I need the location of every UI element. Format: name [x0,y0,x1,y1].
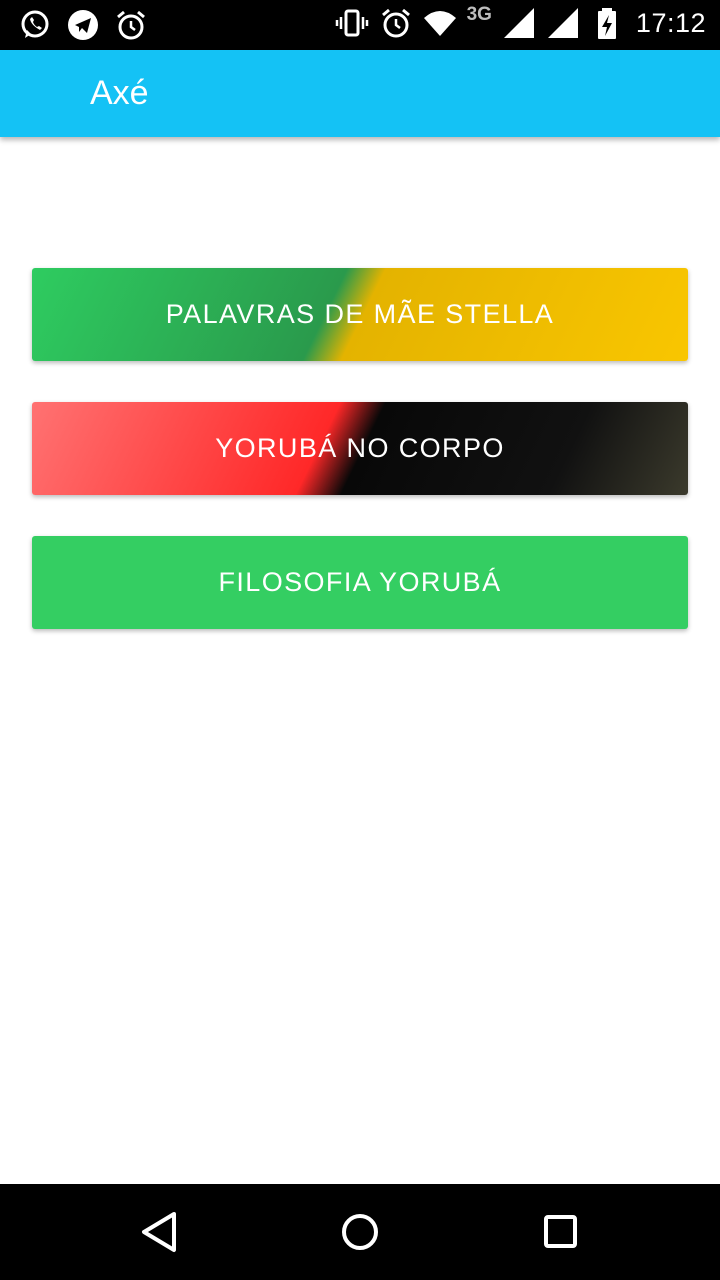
filosofia-yoruba-button[interactable]: FILOSOFIA YORUBÁ [32,536,688,629]
vibrate-icon [335,6,369,40]
signal-icon [502,6,536,40]
system-icons: 3G 17:12 [335,4,706,40]
network-type-label: 3G [466,4,492,25]
alarm-icon [114,8,148,42]
notification-icons [18,8,148,42]
palavras-de-mae-stella-button[interactable]: PALAVRAS DE MÃE STELLA [32,268,688,361]
status-bar: 3G 17:12 [0,0,720,50]
back-icon[interactable] [136,1210,184,1254]
status-time: 17:12 [635,7,706,38]
app-bar: Axé [0,50,720,137]
alarm-icon [379,6,413,40]
app-title: Axé [90,74,149,112]
signal-icon [546,6,580,40]
navigation-bar [0,1184,720,1280]
whatsapp-icon [18,8,52,42]
recents-icon[interactable] [536,1210,584,1254]
battery-charging-icon [590,6,624,40]
wifi-icon [423,6,457,40]
home-icon[interactable] [336,1210,384,1254]
telegram-icon [66,8,100,42]
yoruba-no-corpo-button[interactable]: YORUBÁ NO CORPO [32,402,688,495]
